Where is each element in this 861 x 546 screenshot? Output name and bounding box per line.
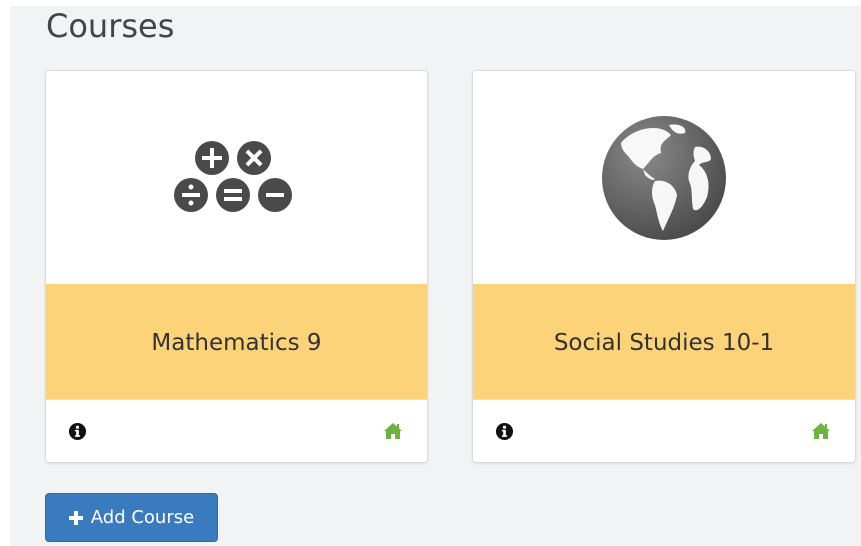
course-card-social-studies[interactable]: Social Studies 10-1	[472, 70, 856, 463]
course-card-footer	[46, 399, 427, 462]
course-card-image	[473, 71, 855, 284]
add-course-label: Add Course	[90, 507, 195, 528]
math-operators-icon	[173, 140, 292, 212]
globe-icon	[602, 115, 726, 240]
info-icon[interactable]	[495, 422, 514, 441]
plus-icon	[68, 510, 83, 525]
course-card-footer	[473, 399, 855, 462]
course-card-mathematics[interactable]: Mathematics 9	[45, 70, 428, 463]
course-title[interactable]: Mathematics 9	[151, 330, 321, 356]
course-title-band[interactable]: Social Studies 10-1	[473, 284, 855, 402]
courses-page: Courses Mathematics 9 Social Studies 10-…	[10, 6, 861, 546]
course-card-image	[46, 71, 427, 284]
page-title: Courses	[46, 7, 175, 45]
home-icon[interactable]	[811, 422, 831, 440]
info-icon[interactable]	[68, 422, 87, 441]
course-title-band[interactable]: Mathematics 9	[46, 284, 427, 402]
home-icon[interactable]	[383, 422, 403, 440]
add-course-button[interactable]: Add Course	[45, 493, 218, 542]
course-title[interactable]: Social Studies 10-1	[554, 330, 774, 356]
